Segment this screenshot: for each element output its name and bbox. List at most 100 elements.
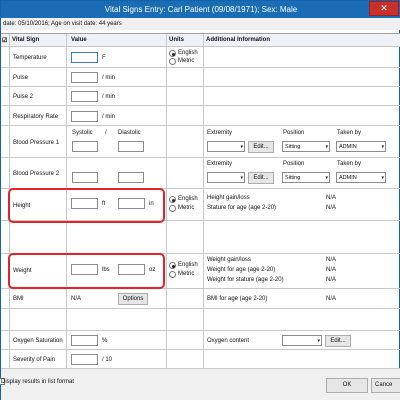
respiratory-unit: / min [102,114,116,120]
pulse2-unit: / min [102,94,116,100]
row-pain: Severity of Pain / 10 [1,350,400,369]
col-additional: Additional Information [206,37,270,43]
col-vital-sign: Vital Sign [12,37,40,43]
bmi-options-button[interactable]: Options [118,293,148,305]
chevron-down-icon: ▾ [240,144,243,150]
bp1-taken-by-label: Taken by [337,130,362,136]
row-pulse: Pulse / min [1,68,400,87]
dialog-footer: Display results in list format OK Cance [0,368,400,400]
bp2-taken-by-label: Taken by [337,161,362,167]
oxygen-edit-button[interactable]: Edit... [325,335,351,347]
bp1-systolic-label: Systolic [72,130,93,136]
bp1-taken-by-select[interactable]: ADMIN ▾ [336,141,386,152]
respiratory-input[interactable] [71,111,98,122]
ok-button[interactable]: OK [326,378,368,393]
bp1-systolic-input[interactable] [72,141,98,152]
row-respiratory: Respiratory Rate / min [1,106,400,126]
temperature-metric-radio[interactable] [169,58,176,65]
weight-gain-loss-label: Weight gain/loss [207,257,251,263]
weight-english-radio[interactable] [169,262,176,269]
row-bp1: Blood Pressure 1 Systolic / Diastolic Ex… [1,126,400,158]
bmi-value: N/A [71,296,82,302]
bp1-diastolic-input[interactable] [118,141,144,152]
temperature-english-label: English [178,50,198,56]
chevron-down-icon: ▾ [240,175,243,181]
weight-highlight [8,253,165,289]
row-empty [1,221,400,254]
temperature-input[interactable] [71,52,98,63]
bp1-taken-by-value: ADMIN [339,144,357,150]
bp2-systolic-input[interactable] [72,172,98,183]
weight-gain-loss-value: N/A [326,257,337,263]
weight-for-stature-label: Weight for stature (age 2-20) [207,277,284,283]
chevron-down-icon: ▾ [317,338,320,344]
height-english-radio[interactable] [169,196,176,203]
bp2-position-select[interactable]: Sitting ▾ [282,172,330,183]
pain-unit: / 10 [102,357,113,363]
bp2-taken-by-value: ADMIN [339,175,357,181]
chevron-down-icon: ▾ [325,175,328,181]
bmi-label: BMI [13,296,24,302]
pain-input[interactable] [71,354,98,365]
bp2-diastolic-input[interactable] [118,172,144,183]
oxygen-unit: % [102,338,108,344]
col-value: Value [71,37,87,43]
height-gain-loss-value: N/A [326,195,337,201]
weight-metric-radio[interactable] [169,271,176,278]
temperature-label: Temperature [13,55,47,61]
height-stature-value: N/A [326,205,337,211]
oxygen-input[interactable] [71,335,98,346]
bp2-position-label: Position [283,161,305,167]
bp1-extremity-select[interactable]: ▾ [207,141,245,152]
chevron-down-icon: ▾ [325,144,328,150]
height-highlight [8,188,165,223]
bp1-diastolic-label: Diastolic [118,130,141,136]
bp1-slash: / [105,130,107,136]
bp2-extremity-label: Extremity [207,161,233,167]
bp2-position-value: Sitting [285,175,301,181]
pulse-input[interactable] [71,72,98,83]
row-temperature: Temperature F English Metric [1,47,400,68]
height-english-label: English [178,196,198,202]
weight-for-age-value: N/A [326,267,337,273]
weight-metric-label: Metric [178,271,195,277]
row-oxygen: Oxygen Saturation % Oxygen content ▾ Edi… [1,331,400,350]
bp2-edit-button[interactable]: Edit... [248,172,274,184]
oxygen-label: Oxygen Saturation [13,338,63,344]
row-bmi: BMI N/A Options BMI for age (age 2-20) N… [1,289,400,309]
window-title: Vital Signs Entry: Carl Patient (09/08/1… [104,5,298,14]
temperature-english-radio[interactable] [169,50,176,57]
list-format-label: Display results in list format [1,379,75,385]
pulse2-label: Pulse 2 [13,94,34,100]
height-metric-radio[interactable] [169,205,176,212]
height-stature-label: Stature for age (age 2-20) [207,205,277,211]
bp1-position-select[interactable]: Sitting ▾ [282,141,330,152]
bp2-label: Blood Pressure 2 [13,171,60,177]
row-empty [1,309,400,331]
title-bar: Vital Signs Entry: Carl Patient (09/08/1… [1,1,400,18]
close-button[interactable]: ✕ [369,1,399,16]
bmi-for-age-label: BMI for age (age 2-20) [207,296,268,302]
grid-header: ☑ Vital Sign Value Units Additional Info… [1,34,400,47]
bp1-extremity-label: Extremity [207,130,233,136]
row-pulse-2: Pulse 2 / min [1,87,400,106]
height-gain-loss-label: Height gain/loss [207,195,250,201]
bp1-position-value: Sitting [285,144,301,150]
pulse2-input[interactable] [71,91,98,102]
bp1-label: Blood Pressure 1 [13,140,60,146]
bp2-taken-by-select[interactable]: ADMIN ▾ [336,172,386,183]
row-bp2: Blood Pressure 2 Extremity Position Take… [1,158,400,189]
weight-for-age-label: Weight for age (age 2-20) [207,267,276,273]
height-metric-label: Metric [178,205,195,211]
temperature-metric-label: Metric [178,58,195,64]
cancel-button[interactable]: Cance [371,378,400,393]
bp2-extremity-select[interactable]: ▾ [207,172,245,183]
oxygen-content-label: Oxygen content [207,338,250,344]
checkbox-col-icon: ☑ [2,38,8,44]
col-units: Units [169,37,184,43]
weight-for-stature-value: N/A [326,277,337,283]
visit-info: date: 05/10/2016; Age on visit date: 44 … [1,18,400,30]
bp1-edit-button[interactable]: Edit... [248,141,274,153]
oxygen-content-select[interactable]: ▾ [282,335,322,346]
weight-english-label: English [178,262,198,268]
